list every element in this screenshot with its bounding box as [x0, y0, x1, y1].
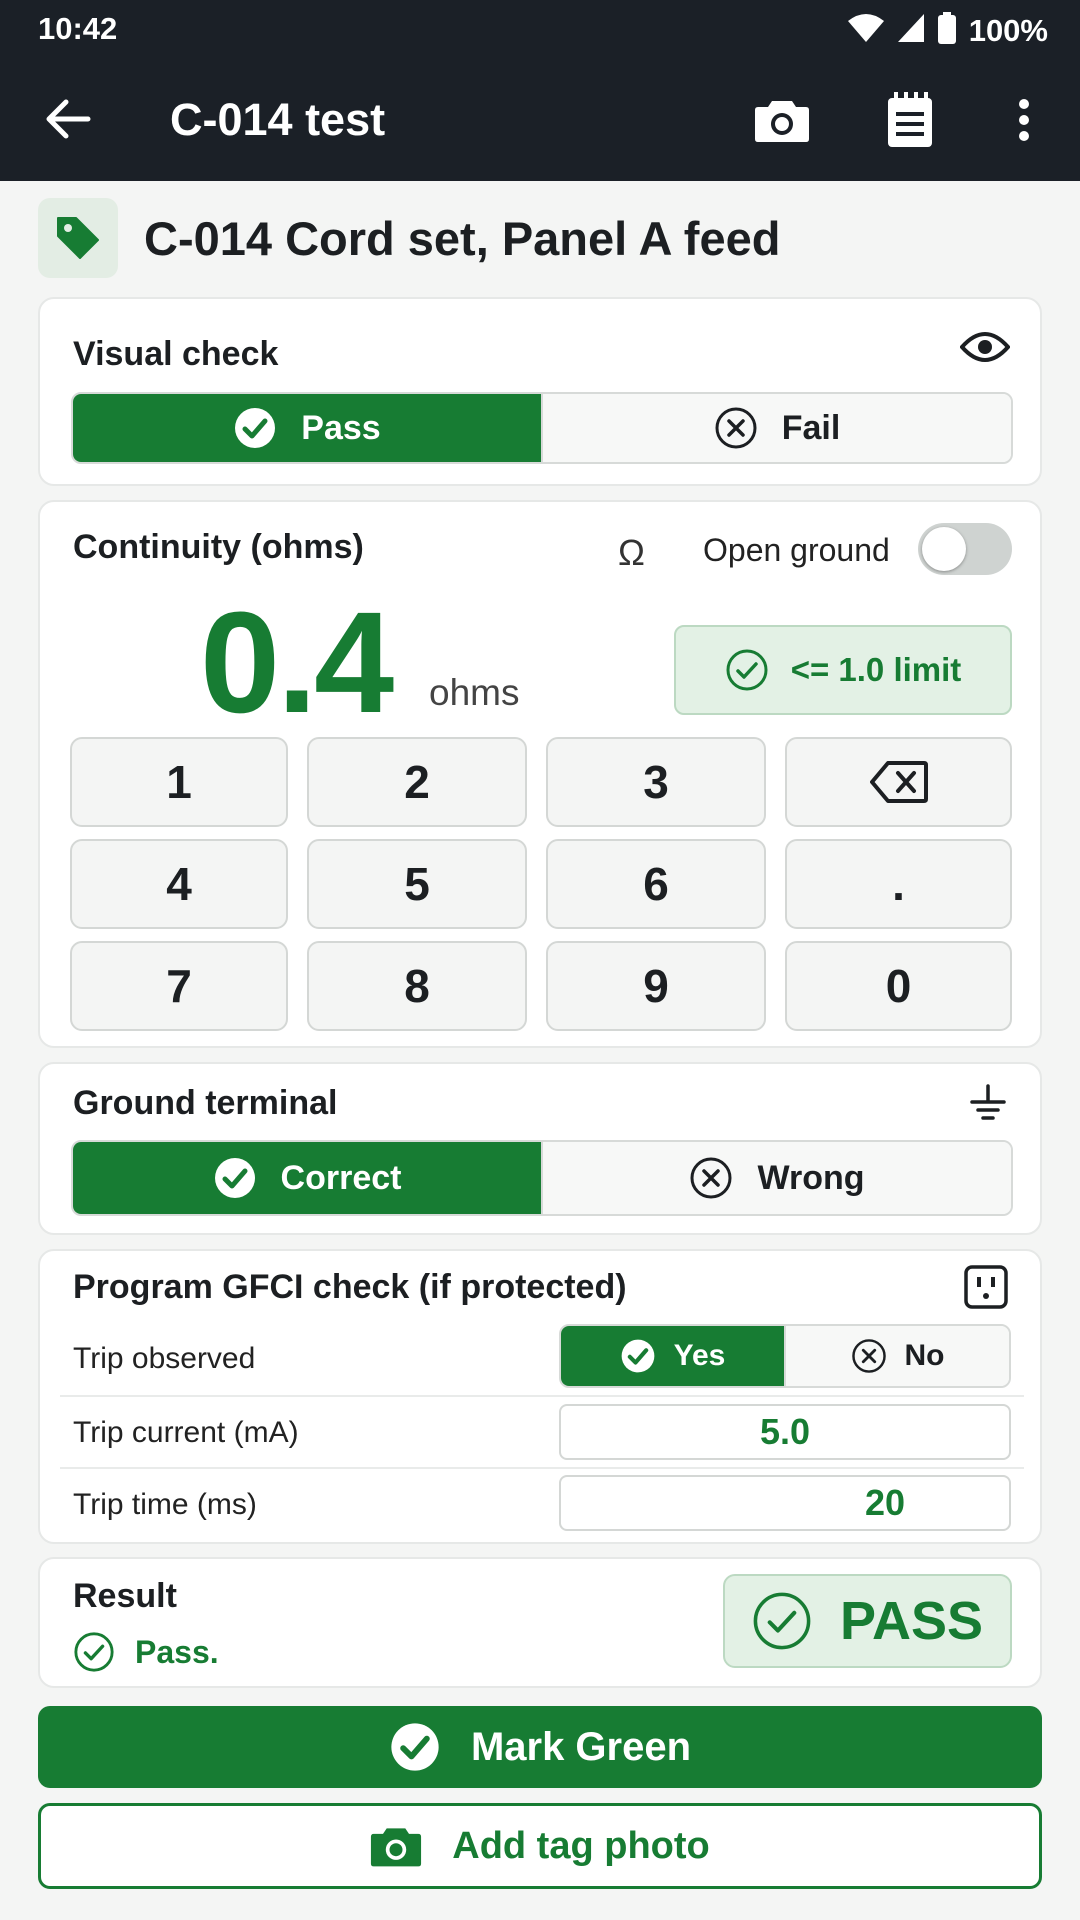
mark-green-button[interactable]: Mark Green	[38, 1706, 1042, 1788]
asset-title: C-014 Cord set, Panel A feed	[144, 211, 781, 265]
continuity-title: Continuity (ohms)	[73, 528, 364, 566]
open-ground-switch[interactable]	[918, 523, 1012, 575]
signal-icon	[897, 13, 925, 48]
key-4[interactable]: 4	[70, 839, 288, 929]
check-circle-icon	[214, 1158, 255, 1198]
key-0[interactable]: 0	[785, 941, 1012, 1031]
arrow-left-icon	[46, 99, 91, 139]
mark-green-label: Mark Green	[470, 1724, 692, 1769]
key-7[interactable]: 7	[70, 941, 288, 1031]
gfci-card: Program GFCI check (if protected) Trip o…	[38, 1249, 1042, 1544]
backspace-icon	[869, 761, 928, 803]
result-card: Result Pass. PASS	[38, 1557, 1042, 1688]
status-time: 10:42	[38, 11, 118, 46]
ground-icon	[968, 1084, 1008, 1124]
asset-header: C-014 Cord set, Panel A feed	[38, 198, 780, 278]
key-3[interactable]: 3	[546, 737, 766, 827]
camera-icon	[755, 101, 809, 142]
key-2[interactable]: 2	[307, 737, 527, 827]
limit-badge: <= 1.0 limit	[674, 625, 1012, 715]
ground-terminal-card: Ground terminal Correct Wrong	[38, 1062, 1042, 1235]
top-app-bar: 10:42 100% C-014 test	[0, 0, 1080, 181]
result-badge-text: PASS	[839, 1591, 984, 1651]
status-bar: 10:42 100%	[0, 0, 1080, 60]
ohm-icon: Ω	[618, 532, 645, 573]
check-circle-icon	[621, 1339, 654, 1373]
ground-wrong-label: Wrong	[757, 1158, 865, 1197]
check-circle-icon	[391, 1723, 439, 1771]
result-summary: Pass.	[73, 1631, 219, 1673]
add-tag-photo-label: Add tag photo	[452, 1824, 710, 1867]
backspace-key[interactable]	[785, 737, 1012, 827]
result-summary-text: Pass.	[135, 1633, 219, 1670]
key-decimal[interactable]: .	[785, 839, 1012, 929]
divider	[60, 1395, 1024, 1397]
visual-fail-option[interactable]: Fail	[541, 394, 1011, 462]
continuity-reading: 0.4	[200, 582, 394, 743]
continuity-card: Continuity (ohms) Ω Open ground 0.4 ohms…	[38, 500, 1042, 1048]
wifi-icon	[847, 13, 885, 48]
x-circle-icon	[851, 1339, 886, 1373]
back-button[interactable]	[40, 95, 96, 143]
limit-label: <= 1.0 limit	[790, 651, 962, 688]
ground-wrong-option[interactable]: Wrong	[541, 1142, 1011, 1214]
tag-icon	[38, 198, 118, 278]
camera-icon	[371, 1828, 422, 1867]
ground-correct-label: Correct	[280, 1158, 402, 1197]
key-1[interactable]: 1	[70, 737, 288, 827]
visual-check-title: Visual check	[73, 335, 279, 373]
result-pass-badge: PASS	[723, 1574, 1012, 1668]
trip-no-label: No	[904, 1339, 945, 1372]
open-ground-label: Open ground	[703, 532, 890, 568]
trip-time-value: 20	[864, 1482, 906, 1523]
more-vertical-icon	[1019, 99, 1029, 141]
visual-pass-option[interactable]: Pass	[73, 394, 541, 462]
key-6[interactable]: 6	[546, 839, 766, 929]
visual-check-card: Visual check Pass Fail	[38, 297, 1042, 486]
visual-pass-label: Pass	[301, 408, 381, 447]
key-8[interactable]: 8	[307, 941, 527, 1031]
check-circle-icon	[235, 408, 276, 448]
x-circle-icon	[690, 1157, 732, 1199]
trip-observed-toggle: Yes No	[559, 1324, 1011, 1388]
ground-terminal-title: Ground terminal	[73, 1084, 338, 1122]
visual-check-toggle: Pass Fail	[71, 392, 1013, 464]
check-circle-icon	[753, 1592, 811, 1650]
trip-current-value: 5.0	[759, 1411, 811, 1452]
key-9[interactable]: 9	[546, 941, 766, 1031]
add-tag-photo-button[interactable]: Add tag photo	[38, 1803, 1042, 1889]
trip-time-label: Trip time (ms)	[73, 1488, 257, 1521]
trip-current-input[interactable]: 5.0	[559, 1404, 1011, 1460]
overflow-menu-button[interactable]	[992, 88, 1056, 152]
visual-fail-label: Fail	[781, 408, 841, 447]
status-indicators: 100%	[847, 12, 1048, 49]
trip-yes-label: Yes	[673, 1339, 726, 1372]
x-circle-icon	[715, 407, 757, 449]
result-title: Result	[73, 1577, 177, 1615]
battery-icon	[937, 12, 957, 49]
trip-time-input[interactable]: 20	[559, 1475, 1011, 1531]
battery-percent: 100%	[968, 12, 1048, 48]
divider	[60, 1467, 1024, 1469]
camera-button[interactable]	[750, 88, 814, 152]
trip-observed-label: Trip observed	[73, 1342, 256, 1375]
trip-yes-option[interactable]: Yes	[561, 1326, 784, 1386]
ground-terminal-toggle: Correct Wrong	[71, 1140, 1013, 1216]
ground-correct-option[interactable]: Correct	[73, 1142, 541, 1214]
continuity-unit: ohms	[429, 672, 520, 713]
trip-no-option[interactable]: No	[784, 1326, 1009, 1386]
notepad-icon	[888, 92, 932, 147]
trip-current-label: Trip current (mA)	[73, 1416, 299, 1449]
page-title: C-014 test	[170, 94, 386, 145]
key-5[interactable]: 5	[307, 839, 527, 929]
check-circle-icon	[726, 649, 768, 691]
check-circle-icon	[74, 1632, 114, 1672]
switch-knob	[922, 527, 966, 571]
gfci-title: Program GFCI check (if protected)	[73, 1268, 627, 1306]
eye-icon	[960, 329, 1010, 365]
outlet-icon	[964, 1265, 1008, 1309]
notes-button[interactable]	[878, 88, 942, 152]
